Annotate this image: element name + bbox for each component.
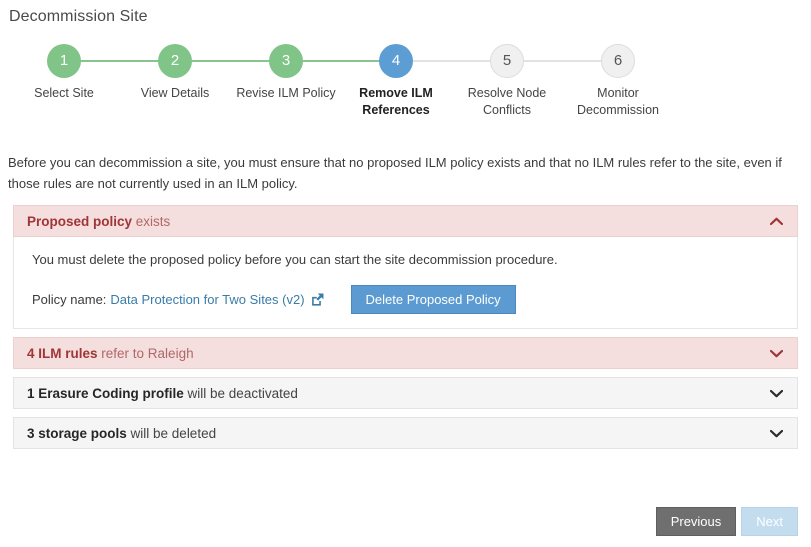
accordion-header-detail: will be deactivated: [183, 385, 298, 401]
stepper-step-4[interactable]: 4 Remove ILM References: [334, 44, 458, 119]
progress-stepper: 1 Select Site 2 View Details 3 Revise ILM Pol…: [0, 44, 811, 136]
stepper-step-2[interactable]: 2 View Details: [113, 44, 237, 102]
accordion-header-emphasis: 3 storage pools: [27, 425, 127, 441]
accordion-panel: 1 Erasure Coding profile will be deactiv…: [13, 377, 798, 409]
step-label: Monitor Decommission: [577, 86, 659, 117]
accordion-header-emphasis: 4 ILM rules: [27, 345, 98, 361]
page-title: Decommission Site: [9, 8, 148, 25]
previous-button[interactable]: Previous: [655, 507, 737, 536]
step-label: Remove ILM References: [359, 86, 433, 117]
accordion-panel: Proposed policy exists You must delete th…: [13, 205, 798, 329]
policy-row: Policy name: Data Protection for Two Site…: [32, 285, 779, 314]
accordion-header-text: 4 ILM rules refer to Raleigh: [27, 346, 194, 361]
accordion-panel: 4 ILM rules refer to Raleigh: [13, 337, 798, 369]
step-number-badge: 6: [601, 44, 635, 78]
step-number-badge: 3: [269, 44, 303, 78]
stepper-connector: [300, 60, 382, 62]
chevron-down-icon: [770, 349, 783, 357]
accordion-header[interactable]: 3 storage pools will be deleted: [13, 417, 798, 449]
delete-proposed-policy-button[interactable]: Delete Proposed Policy: [350, 285, 516, 314]
accordion-header-detail: refer to Raleigh: [97, 345, 194, 361]
stepper-step-1[interactable]: 1 Select Site: [2, 44, 126, 102]
wizard-footer: Previous Next: [655, 507, 798, 536]
stepper-connector: [78, 60, 161, 62]
accordion-header[interactable]: 4 ILM rules refer to Raleigh: [13, 337, 798, 369]
stepper-connector: [521, 60, 604, 62]
accordion-header-text: Proposed policy exists: [27, 214, 170, 229]
accordion-header-detail: will be deleted: [126, 425, 217, 441]
external-link-icon[interactable]: [311, 293, 324, 306]
policy-name-label: Policy name:: [32, 292, 107, 307]
step-number-badge: 1: [47, 44, 81, 78]
step-number-badge: 2: [158, 44, 192, 78]
step-label: View Details: [140, 86, 210, 100]
chevron-down-icon: [770, 429, 783, 437]
step-number-badge: 5: [490, 44, 524, 78]
accordion-header[interactable]: Proposed policy exists: [13, 205, 798, 237]
step-label: Resolve Node Conflicts: [467, 86, 547, 117]
stepper-step-3[interactable]: 3 Revise ILM Policy: [224, 44, 348, 102]
step-label: Revise ILM Policy: [236, 86, 336, 100]
accordion-header-text: 1 Erasure Coding profile will be deactiv…: [27, 386, 298, 401]
step-label: Select Site: [34, 86, 94, 100]
stepper-step-5[interactable]: 5 Resolve Node Conflicts: [445, 44, 569, 119]
policy-name-link[interactable]: Data Protection for Two Sites (v2): [110, 292, 304, 307]
stepper-connector: [189, 60, 272, 62]
accordion-header[interactable]: 1 Erasure Coding profile will be deactiv…: [13, 377, 798, 409]
chevron-down-icon: [770, 389, 783, 397]
stepper-connector: [410, 60, 493, 62]
accordion-body-text: You must delete the proposed policy befo…: [32, 252, 558, 267]
stepper-step-6[interactable]: 6 Monitor Decommission: [556, 44, 680, 119]
accordion-body: You must delete the proposed policy befo…: [13, 237, 798, 329]
accordion-panel: 3 storage pools will be deleted: [13, 417, 798, 449]
accordion-panel-list: Proposed policy exists You must delete th…: [13, 205, 798, 457]
accordion-header-emphasis: Proposed policy: [27, 213, 133, 229]
intro-paragraph: Before you can decommission a site, you …: [8, 155, 782, 191]
step-number-badge: 4: [379, 44, 413, 78]
next-button[interactable]: Next: [741, 507, 798, 536]
accordion-header-emphasis: 1 Erasure Coding profile: [27, 385, 184, 401]
accordion-header-detail: exists: [132, 213, 171, 229]
chevron-up-icon: [770, 217, 783, 225]
accordion-header-text: 3 storage pools will be deleted: [27, 426, 216, 441]
